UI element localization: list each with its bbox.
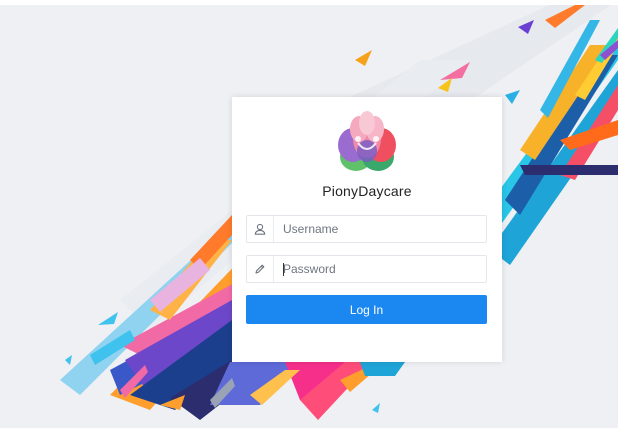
login-button[interactable]: Log In xyxy=(246,295,487,324)
pencil-icon xyxy=(247,256,274,282)
password-input[interactable] xyxy=(274,257,483,281)
password-field[interactable] xyxy=(246,255,487,283)
text-caret xyxy=(283,263,284,276)
frame-bottom xyxy=(0,428,618,432)
login-screen: PionyDaycare Log In xyxy=(0,0,618,432)
brand-name: PionyDaycare xyxy=(322,183,412,199)
username-field[interactable] xyxy=(246,215,487,243)
username-input[interactable] xyxy=(274,217,483,241)
user-icon xyxy=(247,216,274,242)
frame-top xyxy=(0,0,618,5)
login-card: PionyDaycare Log In xyxy=(232,97,502,362)
lotus-logo-icon xyxy=(338,111,396,171)
